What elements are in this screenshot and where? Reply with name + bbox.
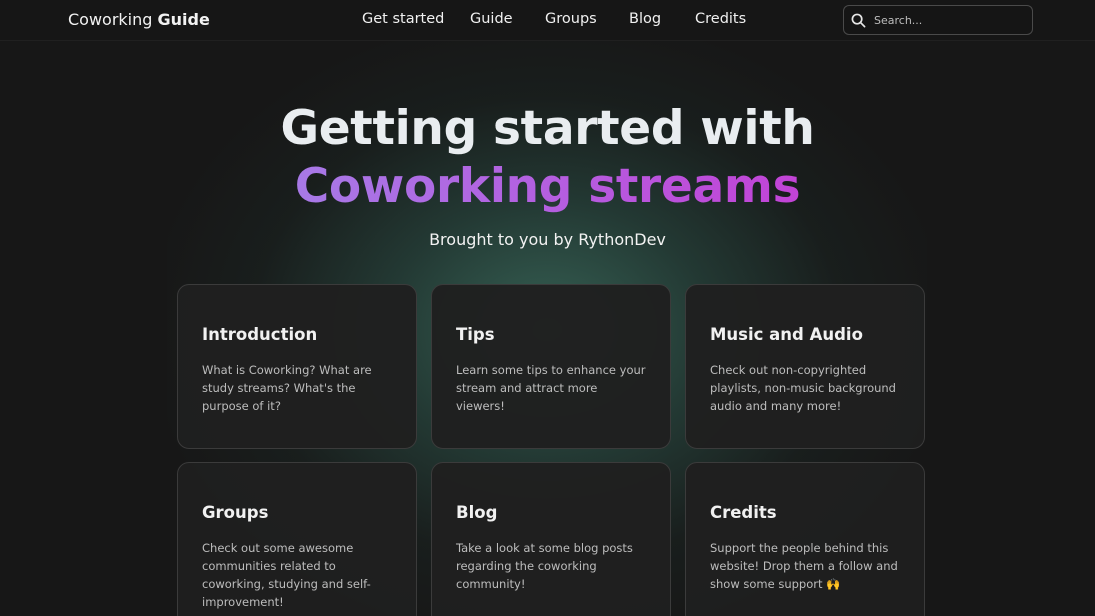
hero-title: Getting started with Coworking streams bbox=[0, 100, 1095, 216]
card-blog[interactable]: Blog Take a look at some blog posts rega… bbox=[431, 462, 671, 616]
card-introduction[interactable]: Introduction What is Coworking? What are… bbox=[177, 284, 417, 449]
card-description: What is Coworking? What are study stream… bbox=[202, 363, 372, 413]
card-tips[interactable]: Tips Learn some tips to enhance your str… bbox=[431, 284, 671, 449]
nav-groups[interactable]: Groups bbox=[545, 11, 629, 27]
brand-prefix: Coworking bbox=[68, 10, 153, 29]
nav-get-started[interactable]: Get started bbox=[362, 11, 470, 27]
brand-strong: Guide bbox=[157, 10, 210, 29]
card-grid: Introduction What is Coworking? What are… bbox=[177, 284, 925, 616]
card-credits[interactable]: Credits Support the people behind this w… bbox=[685, 462, 925, 616]
card-title: Groups bbox=[202, 503, 269, 522]
search-icon bbox=[851, 13, 866, 27]
card-title: Introduction bbox=[202, 325, 318, 344]
hero-title-line2: Coworking streams bbox=[294, 159, 801, 214]
search-input[interactable] bbox=[874, 13, 1024, 27]
card-groups[interactable]: Groups Check out some awesome communitie… bbox=[177, 462, 417, 616]
card-description: Check out some awesome communities relat… bbox=[202, 541, 371, 609]
nav-guide[interactable]: Guide bbox=[470, 11, 545, 27]
brand-logo[interactable]: Coworking Guide bbox=[68, 10, 210, 29]
main-nav: Get started Guide Groups Blog Credits bbox=[362, 11, 746, 27]
card-description: Check out non-copyrighted playlists, non… bbox=[710, 363, 896, 413]
card-description: Take a look at some blog posts regarding… bbox=[456, 541, 633, 591]
card-title: Music and Audio bbox=[710, 325, 863, 344]
card-description: Learn some tips to enhance your stream a… bbox=[456, 363, 646, 413]
card-title: Blog bbox=[456, 503, 498, 522]
nav-credits[interactable]: Credits bbox=[695, 11, 746, 27]
card-title: Credits bbox=[710, 503, 777, 522]
card-description: Support the people behind this website! … bbox=[710, 541, 898, 591]
hero-section: Getting started with Coworking streams B… bbox=[0, 100, 1095, 249]
top-navbar: Coworking Guide Get started Guide Groups… bbox=[0, 0, 1095, 41]
nav-blog[interactable]: Blog bbox=[629, 11, 695, 27]
card-title: Tips bbox=[456, 325, 495, 344]
hero-title-line1: Getting started with bbox=[280, 101, 815, 156]
search-box[interactable] bbox=[843, 5, 1033, 35]
card-music-and-audio[interactable]: Music and Audio Check out non-copyrighte… bbox=[685, 284, 925, 449]
hero-subtitle: Brought to you by RythonDev bbox=[429, 230, 666, 249]
